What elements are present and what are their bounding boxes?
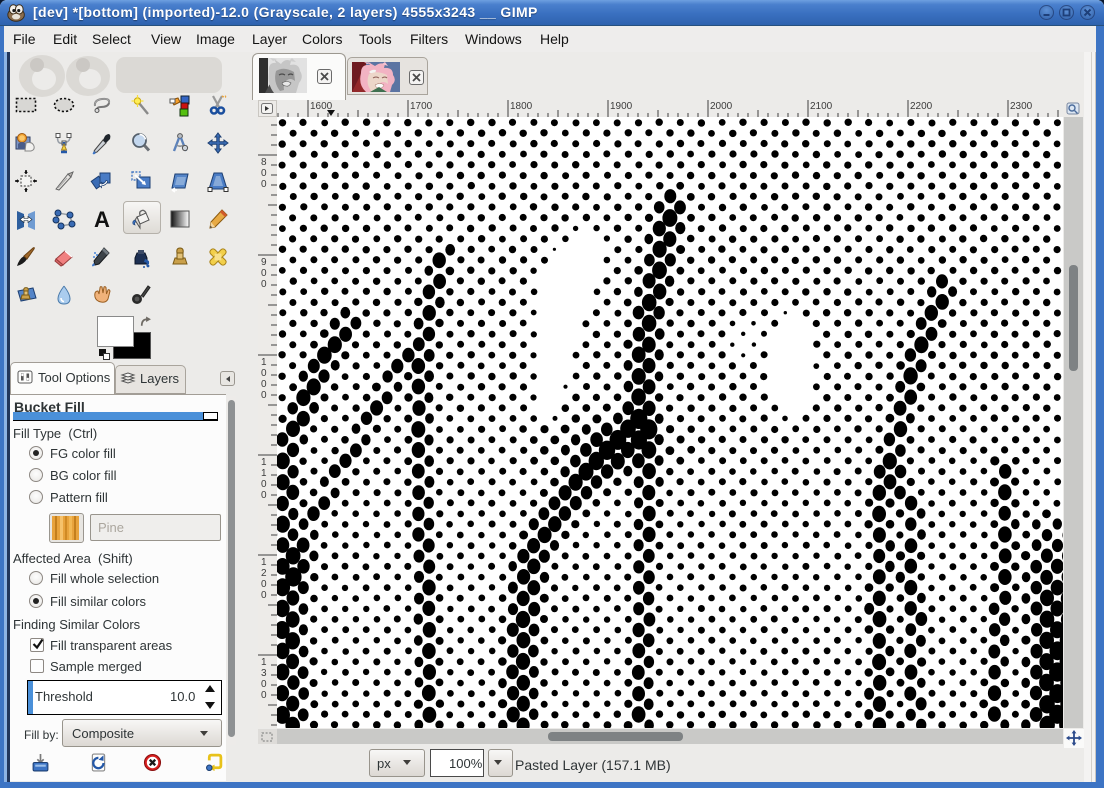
svg-text:A: A — [94, 207, 110, 231]
